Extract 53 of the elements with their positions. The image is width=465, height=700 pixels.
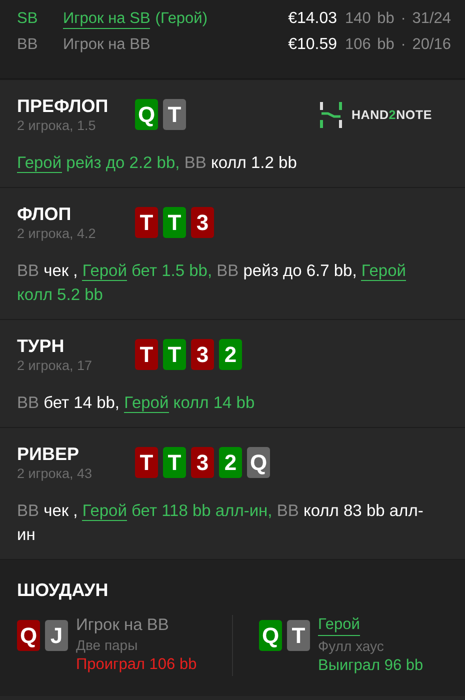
position-label: SB	[17, 10, 39, 28]
playing-card: Q	[135, 99, 158, 130]
playing-card: T	[135, 207, 158, 238]
player-link[interactable]: Герой	[82, 262, 127, 281]
player-link[interactable]: Герой	[318, 615, 360, 636]
player-link[interactable]: Герой	[17, 154, 62, 173]
result-text: Проиграл 106 bb	[76, 655, 197, 675]
player-link[interactable]: Герой	[82, 502, 127, 521]
stack-amount: €10.59	[288, 36, 338, 54]
action-line: BB чек , Герой бет 118 bb алл-ин, BB колл 83 bb алл-ин	[17, 501, 424, 546]
street-title: ФЛОП	[17, 204, 72, 225]
playing-card: T	[135, 339, 158, 370]
player-link[interactable]: Игрок на SB	[63, 10, 150, 28]
logo-icon	[319, 102, 344, 128]
street-info: 2 игрока, 17	[17, 358, 93, 373]
playing-card: T	[163, 447, 186, 478]
hand-rank: Фулл хаус	[318, 637, 384, 656]
playing-card: 3	[191, 339, 214, 370]
player-name: Игрок на BB	[76, 615, 169, 635]
playing-card: 2	[219, 447, 242, 478]
street-info: 2 игрока, 4.2	[17, 226, 97, 241]
logo-text: HAND2NOTE	[351, 108, 432, 122]
playing-card: Q	[259, 620, 282, 651]
player-name: Игрок на BB	[63, 36, 150, 54]
hero-tag: (Герой)	[155, 10, 208, 28]
playing-card: T	[287, 620, 310, 651]
playing-card: T	[163, 99, 186, 130]
section-title: ШОУДАУН	[17, 580, 110, 601]
player-link[interactable]: Герой	[361, 262, 406, 281]
position-label: BB	[17, 36, 39, 54]
playing-card: T	[163, 339, 186, 370]
playing-card: Q	[247, 447, 270, 478]
action-line: Герой рейз до 2.2 bb, BB колл 1.2 bb	[17, 153, 298, 175]
playing-card: 2	[219, 339, 242, 370]
street-info: 2 игрока, 43	[17, 466, 93, 481]
action-line: BB бет 14 bb, Герой колл 14 bb	[17, 393, 256, 415]
result-text: Выиграл 96 bb	[318, 656, 424, 676]
hand-rank: Две пары	[76, 636, 138, 655]
playing-card: Q	[17, 620, 40, 651]
action-line: BB чек , Герой бет 1.5 bb, BB рейз до 6.7 bb, Герой колл 5.2 bb	[17, 261, 407, 306]
street-info: 2 игрока, 1.5	[17, 118, 97, 133]
playing-card: J	[45, 620, 68, 651]
street-title: РИВЕР	[17, 444, 80, 465]
street-title: ПРЕФЛОП	[17, 96, 110, 117]
playing-card: 3	[191, 447, 214, 478]
playing-card: T	[163, 207, 186, 238]
player-stats: 106 bb · 20/16	[345, 36, 451, 54]
stack-amount: €14.03	[288, 10, 338, 28]
player-stats: 140 bb · 31/24	[345, 10, 451, 28]
playing-card: 3	[191, 207, 214, 238]
player-link[interactable]: Герой	[124, 394, 169, 413]
street-title: ТУРН	[17, 336, 66, 357]
playing-card: T	[135, 447, 158, 478]
